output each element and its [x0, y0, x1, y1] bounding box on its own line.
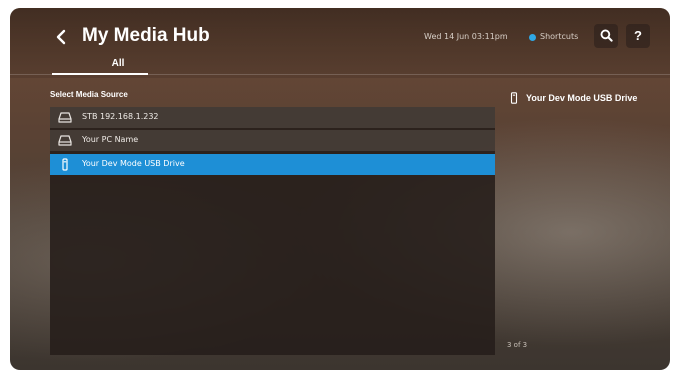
- help-button[interactable]: ?: [626, 24, 650, 48]
- list-item-label: Your PC Name: [82, 135, 139, 144]
- list-item-label: Your Dev Mode USB Drive: [82, 159, 185, 168]
- list-item-label: STB 192.168.1.232: [82, 112, 159, 121]
- page-count: 3 of 3: [507, 341, 528, 349]
- list-item-stb[interactable]: STB 192.168.1.232: [50, 107, 495, 128]
- list-item-usb-drive[interactable]: Your Dev Mode USB Drive: [50, 154, 495, 175]
- clock: Wed 14 Jun 03:11pm: [424, 32, 508, 41]
- preview-title: Your Dev Mode USB Drive: [526, 93, 638, 103]
- header-bar: My Media Hub All Wed 14 Jun 03:11pm Shor…: [10, 8, 670, 78]
- usb-drive-icon: [62, 158, 68, 171]
- hard-drive-icon: [58, 135, 72, 146]
- hard-drive-icon: [58, 112, 72, 123]
- search-button[interactable]: [594, 24, 618, 48]
- back-button[interactable]: [52, 26, 70, 48]
- shortcuts-button[interactable]: Shortcuts: [540, 32, 578, 41]
- screen: My Media Hub All Wed 14 Jun 03:11pm Shor…: [10, 8, 670, 370]
- header-divider: [10, 74, 670, 75]
- shortcuts-dot-icon: [529, 34, 536, 41]
- media-source-list: STB 192.168.1.232 Your PC Name Your Dev …: [50, 107, 495, 355]
- section-label: Select Media Source: [50, 90, 128, 99]
- search-icon: [600, 29, 613, 42]
- list-item-pc[interactable]: Your PC Name: [50, 130, 495, 151]
- page-title: My Media Hub: [82, 25, 210, 46]
- usb-drive-icon: [510, 92, 518, 104]
- chevron-left-icon: [56, 29, 66, 45]
- tab-all[interactable]: All: [88, 58, 148, 69]
